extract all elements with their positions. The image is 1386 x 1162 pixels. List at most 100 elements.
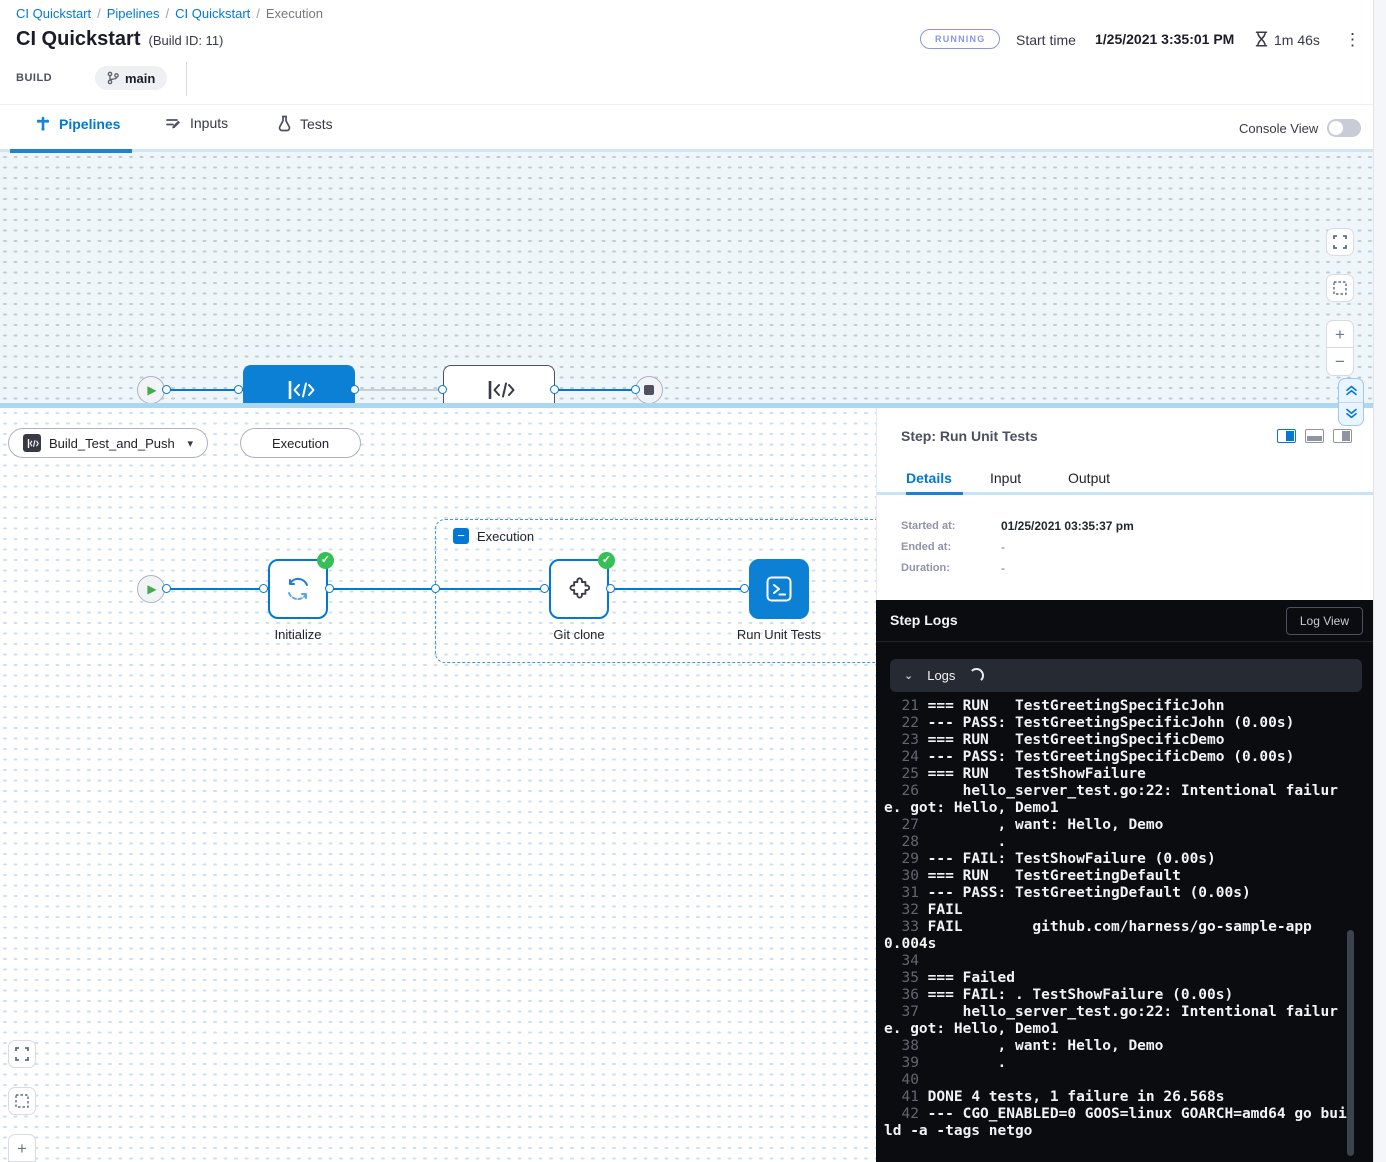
build-section-label: BUILD — [16, 72, 52, 84]
logs-section-label: Logs — [927, 668, 955, 683]
header-divider — [186, 62, 187, 96]
play-icon: ▶ — [147, 384, 156, 396]
connector — [165, 389, 243, 391]
split-divider[interactable] — [0, 403, 1373, 408]
log-line: 22 --- PASS: TestGreetingSpecificJohn (0… — [884, 715, 1348, 732]
port — [606, 584, 615, 593]
zoom-in-glyph: + — [1335, 326, 1345, 343]
tab-tests[interactable]: Tests — [277, 115, 333, 132]
start-time-label: Start time — [1016, 32, 1076, 48]
tab-details[interactable]: Details — [906, 470, 952, 486]
log-line: 36 === FAIL: . TestShowFailure (0.00s) — [884, 987, 1348, 1004]
tab-label: Pipelines — [59, 116, 120, 132]
terminal-icon — [764, 574, 794, 604]
execution-section-button[interactable]: Execution — [240, 428, 361, 458]
step-node-git-clone[interactable] — [549, 559, 609, 619]
step-logs-header: Step Logs Log View — [876, 600, 1373, 642]
breadcrumb-current: Execution — [266, 6, 323, 21]
collapse-group-button[interactable]: − — [453, 528, 469, 544]
collapse-down-button[interactable] — [1339, 402, 1363, 426]
start-time-value: 1/25/2021 3:35:01 PM — [1095, 31, 1234, 47]
fullscreen-button[interactable] — [8, 1040, 36, 1068]
step-node-label: Run Unit Tests — [724, 627, 834, 642]
layout-split-right-icon[interactable] — [1333, 429, 1352, 443]
step-logs-title: Step Logs — [890, 612, 958, 628]
layout-split-right-active-icon[interactable] — [1277, 429, 1296, 443]
branch-chip[interactable]: main — [95, 66, 167, 90]
play-icon: ▶ — [147, 583, 156, 595]
execution-group-label: Execution — [477, 529, 534, 544]
stage-start-node: ▶ — [137, 575, 165, 603]
console-view-toggle[interactable] — [1327, 119, 1361, 137]
logs-section-toggle[interactable]: ⌄ Logs — [890, 659, 1362, 692]
zoom-out-glyph: − — [1335, 353, 1345, 370]
tab-inputs[interactable]: Inputs — [165, 115, 228, 131]
port — [631, 385, 640, 394]
fullscreen-button[interactable] — [1326, 228, 1354, 256]
hourglass-icon — [1253, 30, 1270, 48]
connector — [609, 588, 749, 590]
page-scrollbar-gutter[interactable] — [1373, 0, 1386, 1162]
zoom-in-button[interactable]: + — [8, 1134, 36, 1162]
connector — [555, 389, 636, 391]
duration-value: - — [1001, 561, 1005, 575]
breadcrumb: CI Quickstart/Pipelines/CI Quickstart/Ex… — [16, 6, 323, 21]
started-at-label: Started at: — [901, 520, 955, 532]
started-at-value: 01/25/2021 03:35:37 pm — [1001, 519, 1134, 533]
log-line: 32 FAIL — [884, 902, 1348, 919]
connector — [165, 588, 268, 590]
breadcrumb-link-pipelines[interactable]: Pipelines — [107, 6, 160, 21]
log-scrollbar[interactable] — [1347, 930, 1354, 1156]
tab-pipelines[interactable]: Pipelines — [35, 115, 120, 132]
step-node-label: Initialize — [248, 627, 348, 642]
ended-at-label: Ended at: — [901, 541, 951, 553]
stage-selector-dropdown[interactable]: Build_Test_and_Push ▾ — [8, 428, 208, 458]
ci-code-icon — [482, 375, 516, 405]
tab-bar: Pipelines Inputs Tests Console View — [0, 104, 1373, 152]
kebab-menu-icon[interactable]: ⋮ — [1344, 30, 1361, 50]
tab-input[interactable]: Input — [990, 470, 1021, 486]
step-node-run-unit-tests[interactable] — [749, 559, 809, 619]
zoom-out-button[interactable]: − — [1326, 348, 1354, 376]
log-line: 29 --- FAIL: TestShowFailure (0.00s) — [884, 851, 1348, 868]
breadcrumb-link-pipeline[interactable]: CI Quickstart — [175, 6, 250, 21]
port — [162, 584, 171, 593]
collapse-up-button[interactable] — [1339, 379, 1363, 402]
zoom-in-button[interactable]: + — [1326, 320, 1354, 348]
loading-spinner-icon — [969, 668, 984, 683]
build-id: (Build ID: 11) — [148, 33, 223, 48]
breadcrumb-link-project[interactable]: CI Quickstart — [16, 6, 91, 21]
log-view-button[interactable]: Log View — [1286, 607, 1363, 635]
marquee-select-button[interactable] — [8, 1087, 36, 1115]
status-badge: RUNNING — [920, 29, 1000, 49]
log-line: 40 — [884, 1072, 1348, 1089]
port — [259, 584, 268, 593]
elapsed-time: 1m 46s — [1274, 32, 1320, 48]
stage-selector-value: Build_Test_and_Push — [49, 436, 175, 451]
port — [325, 584, 334, 593]
port — [740, 584, 749, 593]
step-panel-title: Step: Run Unit Tests — [901, 428, 1038, 444]
log-line: 41 DONE 4 tests, 1 failure in 26.568s — [884, 1089, 1348, 1106]
puzzle-icon — [564, 574, 594, 604]
marquee-select-button[interactable] — [1326, 274, 1354, 302]
tab-output[interactable]: Output — [1068, 470, 1110, 486]
title-row: CI Quickstart (Build ID: 11) — [16, 28, 223, 51]
step-node-initialize[interactable] — [268, 559, 328, 619]
breadcrumb-separator: / — [97, 6, 101, 21]
port — [540, 584, 549, 593]
console-view-label: Console View — [1239, 121, 1318, 136]
log-line: 21 === RUN TestGreetingSpecificJohn — [884, 698, 1348, 715]
breadcrumb-separator: / — [256, 6, 260, 21]
ci-code-icon-small — [23, 434, 41, 452]
duration-label: Duration: — [901, 562, 950, 574]
ended-at-value: - — [1001, 540, 1005, 554]
layout-split-bottom-icon[interactable] — [1305, 429, 1324, 443]
success-check-icon: ✓ — [598, 552, 615, 569]
execution-section-label: Execution — [272, 436, 329, 451]
stage-canvas[interactable]: Build_Test_and_Push ▾ Execution − Execut… — [0, 408, 876, 1162]
log-line: 30 === RUN TestGreetingDefault — [884, 868, 1348, 885]
port — [550, 385, 559, 394]
stop-icon — [644, 385, 654, 395]
pipeline-canvas[interactable]: ▶ Build_Test_and_Pus Run_Integration_Tes… — [0, 152, 1373, 403]
